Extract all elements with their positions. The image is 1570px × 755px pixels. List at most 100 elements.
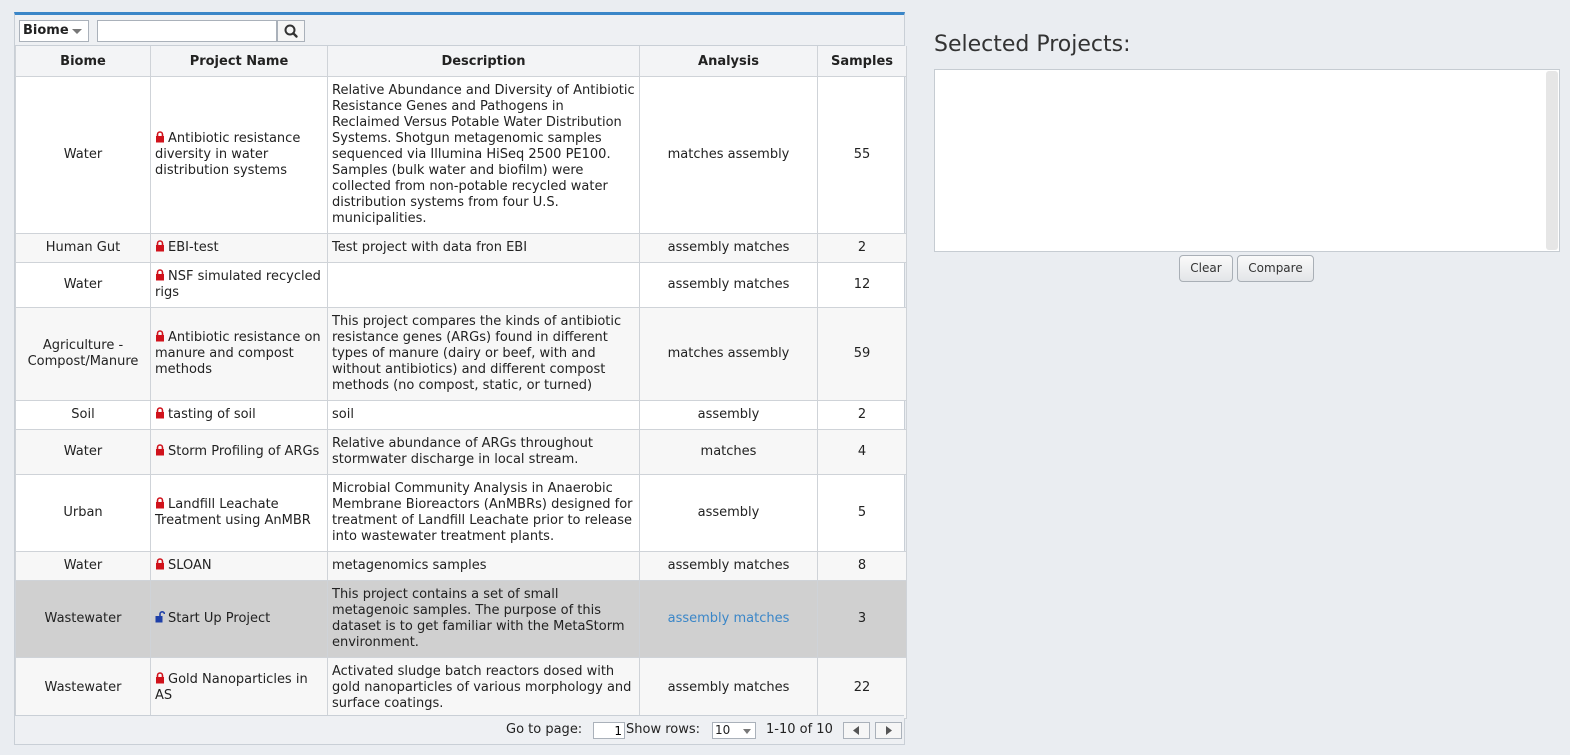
analysis-cell[interactable]: assembly matches [639,580,818,658]
project-name-text: Storm Profiling of ARGs [168,444,320,459]
project-name-cell[interactable]: Start Up Project [150,580,328,658]
column-header-description[interactable]: Description [327,46,640,77]
description-cell: This project contains a set of small met… [327,580,640,658]
lock-icon [156,240,164,252]
search-icon [284,24,298,38]
selected-projects-scrollbar[interactable] [1546,71,1558,250]
analysis-cell: assembly matches [639,262,818,308]
samples-cell: 4 [817,429,907,475]
unlock-icon [155,611,165,623]
project-name-cell[interactable]: SLOAN [150,551,328,581]
chevron-left-icon [853,726,859,735]
project-name-text: tasting of soil [168,407,256,422]
chevron-down-icon [72,29,82,34]
project-name-cell[interactable]: Gold Nanoparticles in AS [150,657,328,719]
project-name-text: Landfill Leachate Treatment using AnMBR [155,497,311,528]
projects-table: Biome Project Name Description Analysis … [15,46,907,719]
selected-projects-list[interactable] [934,69,1560,252]
project-name-cell[interactable]: EBI-test [150,233,328,263]
description-cell: metagenomics samples [327,551,640,581]
table-toolbar: Biome [15,15,904,46]
lock-icon [156,407,164,419]
column-header-biome[interactable]: Biome [15,46,151,77]
samples-cell: 55 [817,76,907,234]
samples-cell: 2 [817,233,907,263]
description-cell: Microbial Community Analysis in Anaerobi… [327,474,640,552]
clear-button[interactable]: Clear [1179,255,1233,282]
samples-cell: 3 [817,580,907,658]
description-cell: soil [327,400,640,430]
project-name-text: Antibiotic resistance on manure and comp… [155,330,321,377]
table-row[interactable]: Water SLOAN metagenomics samples assembly m… [15,551,907,581]
column-header-analysis[interactable]: Analysis [639,46,818,77]
project-name-cell[interactable]: Antibiotic resistance on manure and comp… [150,307,328,401]
table-row[interactable]: Water Antibiotic resistance diversity in … [15,76,907,234]
biome-cell: Human Gut [15,233,151,263]
lock-icon [156,558,164,570]
search-button[interactable] [277,20,305,42]
project-name-cell[interactable]: tasting of soil [150,400,328,430]
project-name-text: Start Up Project [168,611,271,626]
biome-cell: Water [15,262,151,308]
analysis-cell: matches [639,429,818,475]
rows-per-page-select[interactable]: 10 [712,722,756,739]
previous-page-button[interactable] [843,722,870,739]
pagination-footer: Go to page: Show rows: 10 1-10 of 10 [15,715,904,744]
table-row[interactable]: Urban Landfill Leachate Treatment using A… [15,474,907,552]
show-rows-label: Show rows: [626,722,701,737]
description-cell: Activated sludge batch reactors dosed wi… [327,657,640,719]
samples-cell: 59 [817,307,907,401]
next-page-button[interactable] [875,722,902,739]
samples-cell: 5 [817,474,907,552]
selected-projects-title: Selected Projects: [934,32,1131,57]
table-row[interactable]: Human Gut EBI-test Test project with data … [15,233,907,263]
filter-column-value: Biome [23,23,69,38]
column-header-project-name[interactable]: Project Name [150,46,328,77]
analysis-cell: matches assembly [639,307,818,401]
project-name-cell[interactable]: Antibiotic resistance diversity in water… [150,76,328,234]
lock-icon [156,330,164,342]
page-number-input[interactable] [593,722,625,739]
project-name-cell[interactable]: Landfill Leachate Treatment using AnMBR [150,474,328,552]
chevron-down-icon [743,729,751,734]
description-cell: Relative Abundance and Diversity of Anti… [327,76,640,234]
samples-cell: 22 [817,657,907,719]
project-name-text: Antibiotic resistance diversity in water… [155,131,301,178]
lock-icon [156,497,164,509]
description-cell: This project compares the kinds of antib… [327,307,640,401]
analysis-cell: assembly matches [639,551,818,581]
table-row[interactable]: Water Storm Profiling of ARGs Relative abu… [15,429,907,475]
rows-per-page-value: 10 [715,723,731,737]
biome-cell: Urban [15,474,151,552]
biome-cell: Water [15,429,151,475]
biome-cell: Soil [15,400,151,430]
goto-page-label: Go to page: [506,722,583,737]
analysis-cell: assembly matches [639,657,818,719]
lock-icon [156,672,164,684]
samples-cell: 12 [817,262,907,308]
analysis-cell: assembly matches [639,233,818,263]
project-name-text: Gold Nanoparticles in AS [155,672,308,703]
biome-cell: Water [15,76,151,234]
table-row[interactable]: Soil tasting of soil soil assembly 2 [15,400,907,430]
projects-table-panel: Biome Biome Project Name Description Ana… [14,12,907,745]
description-cell: Relative abundance of ARGs throughout st… [327,429,640,475]
project-name-cell[interactable]: Storm Profiling of ARGs [150,429,328,475]
analysis-cell: assembly [639,400,818,430]
lock-icon [156,131,164,143]
lock-icon [156,269,164,281]
project-name-cell[interactable]: NSF simulated recycled rigs [150,262,328,308]
table-row[interactable]: Agriculture - Compost/Manure Antibiotic r… [15,307,907,401]
table-row[interactable]: Water NSF simulated recycled rigs assembly… [15,262,907,308]
project-name-text: NSF simulated recycled rigs [155,269,321,300]
filter-column-select[interactable]: Biome [19,20,89,42]
search-input[interactable] [97,20,277,42]
table-row[interactable]: Wastewater Gold Nanoparticles in AS Activa… [15,657,907,719]
compare-button[interactable]: Compare [1237,255,1314,282]
table-header-row: Biome Project Name Description Analysis … [15,46,907,77]
column-header-samples[interactable]: Samples [817,46,907,77]
samples-cell: 8 [817,551,907,581]
biome-cell: Agriculture - Compost/Manure [15,307,151,401]
description-cell: Test project with data fron EBI [327,233,640,263]
table-row[interactable]: Wastewater Start Up Project This project c… [15,580,907,658]
